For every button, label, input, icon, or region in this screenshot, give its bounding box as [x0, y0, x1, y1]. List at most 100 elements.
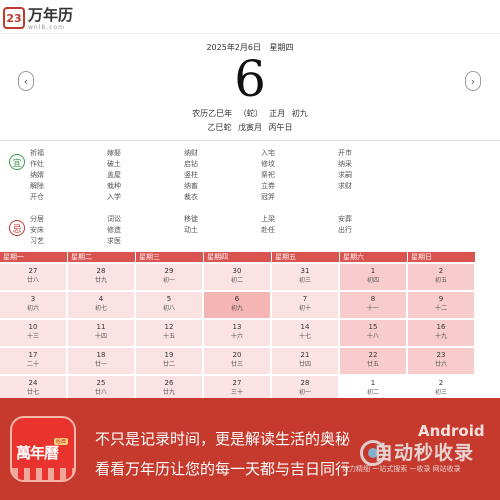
calendar-day-cell[interactable]: 4 初七	[68, 292, 136, 318]
yi-item: 栽种	[107, 182, 121, 190]
lunar-day-label: 三十	[230, 389, 243, 396]
calendar-day-cell[interactable]: 14 十七	[272, 320, 340, 346]
ji-item: 词讼	[107, 215, 121, 223]
calendar-day-cell[interactable]: 19 廿二	[136, 348, 204, 374]
day-number-label: 26	[164, 379, 174, 387]
calendar-day-cell[interactable]: 30 初二	[204, 264, 272, 290]
calendar-day-cell[interactable]: 22 廿五	[340, 348, 408, 374]
calendar-day-cell[interactable]: 20 廿三	[204, 348, 272, 374]
calendar-day-cell[interactable]: 27 廿八	[0, 264, 68, 290]
yi-item: 裁衣	[184, 193, 198, 201]
lunar-day-label: 廿八	[26, 277, 39, 284]
lunar-day-label: 初三	[434, 389, 447, 396]
calendar-day-cell[interactable]: 29 初一	[136, 264, 204, 290]
calendar-day-cell[interactable]: 23 廿六	[408, 348, 476, 374]
lunar-day-label: 初二	[230, 277, 243, 284]
calendar-header: 星期一 星期二 星期三 星期四 星期五 星期六 星期日	[0, 252, 476, 262]
calendar-day-cell[interactable]: 13 十六	[204, 320, 272, 346]
ji-item	[184, 237, 261, 246]
calendar-day-cell[interactable]: 28 廿九	[68, 264, 136, 290]
ji-item: 安床	[30, 226, 44, 234]
calendar-day-cell[interactable]: 18 廿一	[68, 348, 136, 374]
day-number-label: 27	[232, 379, 242, 387]
calendar-day-cell[interactable]: 15 十八	[340, 320, 408, 346]
prev-day-button[interactable]: ‹	[18, 71, 34, 91]
lunar-day-label: 十六	[230, 333, 243, 340]
day-number-label: 16	[436, 323, 446, 331]
calendar-day-cell[interactable]: 6 初九	[204, 292, 272, 318]
calendar-day-cell[interactable]: 7 初十	[272, 292, 340, 318]
lunar-day-label: 初七	[94, 305, 107, 312]
day-number-label: 18	[96, 351, 106, 359]
calendar-day-cell[interactable]: 3 初六	[0, 292, 68, 318]
ji-item: 上梁	[261, 215, 275, 223]
yi-item: 祈福	[30, 149, 44, 157]
lunar-day-label: 初八	[162, 305, 175, 312]
logo-title: 万年历	[28, 6, 74, 24]
ganzhi-month: 戊寅月	[238, 123, 262, 132]
day-number-label: 1	[370, 267, 376, 275]
site-logo[interactable]: 23 万年历 wnl8.com	[3, 5, 73, 31]
day-number-label: 19	[164, 351, 174, 359]
calendar-day-cell[interactable]: 9 十二	[408, 292, 476, 318]
zodiac: （蛇）	[238, 109, 263, 118]
yi-item: 开市	[338, 149, 352, 157]
calendar-day-cell[interactable]: 12 十五	[136, 320, 204, 346]
ganzhi-day: 丙午日	[268, 123, 293, 132]
watermark-sub: 致力精细 一站式搜索 一收录 网站收录	[342, 465, 461, 473]
calendar-day-cell[interactable]: 17 二十	[0, 348, 68, 374]
day-number-label: 6	[234, 295, 240, 303]
day-number-label: 24	[28, 379, 38, 387]
ji-list: 分居 词讼 移徙 上梁 安葬 安床 修造 动土 赴任 出行 习艺 求医	[30, 215, 415, 246]
yi-list: 祈福 嫁娶 纳财 入宅 开市 作灶 破土 启钻 修坟 纳采 纳婿 盖屋 竖柱 祭祀 求嗣 解除 栽种 纳畜 立券 求财…	[30, 149, 415, 202]
lunar-day-label: 初二	[366, 389, 379, 396]
calendar-day-cell[interactable]: 10 十三	[0, 320, 68, 346]
calendar-day-cell[interactable]: 1 初四	[340, 264, 408, 290]
yi-item	[338, 193, 415, 202]
site-header: 23 万年历 wnl8.com	[0, 0, 500, 34]
ji-item: 安葬	[338, 215, 352, 223]
next-day-button[interactable]: ›	[465, 71, 481, 91]
day-number-label: 29	[164, 267, 174, 275]
day-number: 6	[234, 50, 266, 108]
day-number-label: 5	[166, 295, 172, 303]
day-number-label: 4	[98, 295, 104, 303]
ji-item: 求医	[107, 237, 121, 245]
yi-item: 纳采	[338, 160, 352, 168]
ji-item	[338, 237, 415, 246]
yi-item: 盖屋	[107, 171, 121, 179]
yi-item: 开仓	[30, 193, 44, 201]
calendar-day-cell[interactable]: 11 十四	[68, 320, 136, 346]
weekday: 星期四	[269, 43, 294, 52]
lunar-day-label: 十五	[162, 333, 175, 340]
ji-item: 习艺	[30, 237, 44, 245]
watermark-main: 自动秒收录	[374, 442, 475, 464]
yi-item: 修坟	[261, 160, 275, 168]
calendar-grid: 27 廿八 28 廿九 29 初一 30 初二 31 初三 1 初四 2 初五 3 初六 4 初七 5 初八 6 初九 7 初…	[0, 264, 476, 402]
day-number-label: 13	[232, 323, 242, 331]
lunar-day-label: 初十	[298, 305, 311, 312]
calendar-day-cell[interactable]: 16 十九	[408, 320, 476, 346]
weekday-header: 星期日	[408, 252, 476, 262]
ji-item: 出行	[338, 226, 352, 234]
lunar-day-label: 廿七	[26, 389, 39, 396]
calendar-day-cell[interactable]: 2 初五	[408, 264, 476, 290]
app-icon-title: 萬年曆	[16, 444, 59, 462]
yi-item: 纳财	[184, 149, 198, 157]
day-number-label: 21	[300, 351, 310, 359]
lunar-year: 农历乙巳年	[192, 109, 233, 118]
yi-item: 纳婿	[30, 171, 44, 179]
day-number-label: 14	[300, 323, 310, 331]
calendar-day-cell[interactable]: 31 初三	[272, 264, 340, 290]
calendar-day-cell[interactable]: 8 十一	[340, 292, 408, 318]
app-icon[interactable]: 经典 萬年曆	[10, 416, 76, 482]
calendar-day-cell[interactable]: 5 初八	[136, 292, 204, 318]
weekday-header: 星期一	[0, 252, 68, 262]
weekday-header: 星期五	[272, 252, 340, 262]
app-promo-banner[interactable]: 经典 萬年曆 不只是记录时间，更是解读生活的奥秘 看看万年历让您的每一天都与吉日…	[0, 398, 500, 500]
lunar-day-label: 十三	[26, 333, 39, 340]
ji-badge: 忌	[9, 220, 25, 236]
day-number-label: 2	[438, 379, 444, 387]
weekday-header: 星期四	[204, 252, 272, 262]
calendar-day-cell[interactable]: 21 廿四	[272, 348, 340, 374]
